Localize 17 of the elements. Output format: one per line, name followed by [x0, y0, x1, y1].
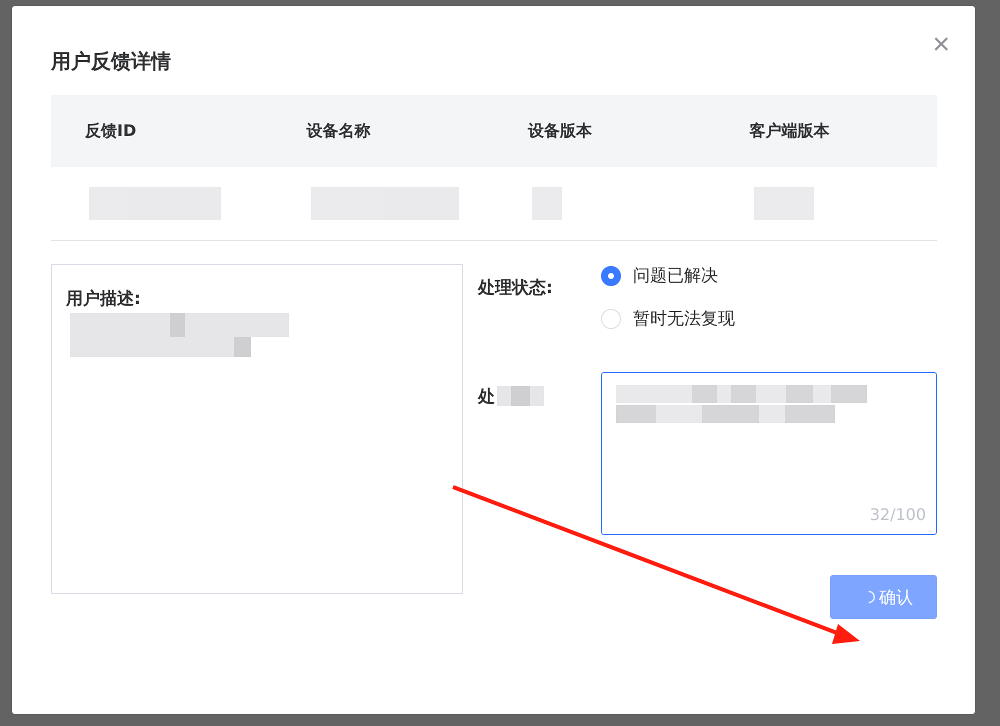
redacted-text-block	[497, 386, 544, 406]
loading-spinner-icon	[868, 590, 875, 604]
close-button[interactable]: ×	[932, 30, 950, 60]
radio-label[interactable]: 问题已解决	[633, 264, 718, 287]
dialog-title: 用户反馈详情	[51, 48, 172, 75]
note-label: 处	[478, 386, 495, 408]
radio-button[interactable]	[601, 266, 621, 286]
column-header: 反馈ID	[84, 120, 138, 142]
description-label: 用户描述:	[66, 289, 141, 309]
column-header: 设备名称	[305, 120, 372, 142]
radio-label[interactable]: 暂时无法复现	[633, 307, 735, 330]
status-label: 处理状态:	[478, 277, 554, 300]
note-textarea[interactable]: 32/100	[601, 372, 937, 535]
character-counter: 32/100	[870, 505, 926, 524]
column-header: 客户端版本	[748, 120, 830, 142]
confirm-button[interactable]: 确认	[830, 575, 937, 619]
column-header: 设备版本	[526, 120, 593, 142]
